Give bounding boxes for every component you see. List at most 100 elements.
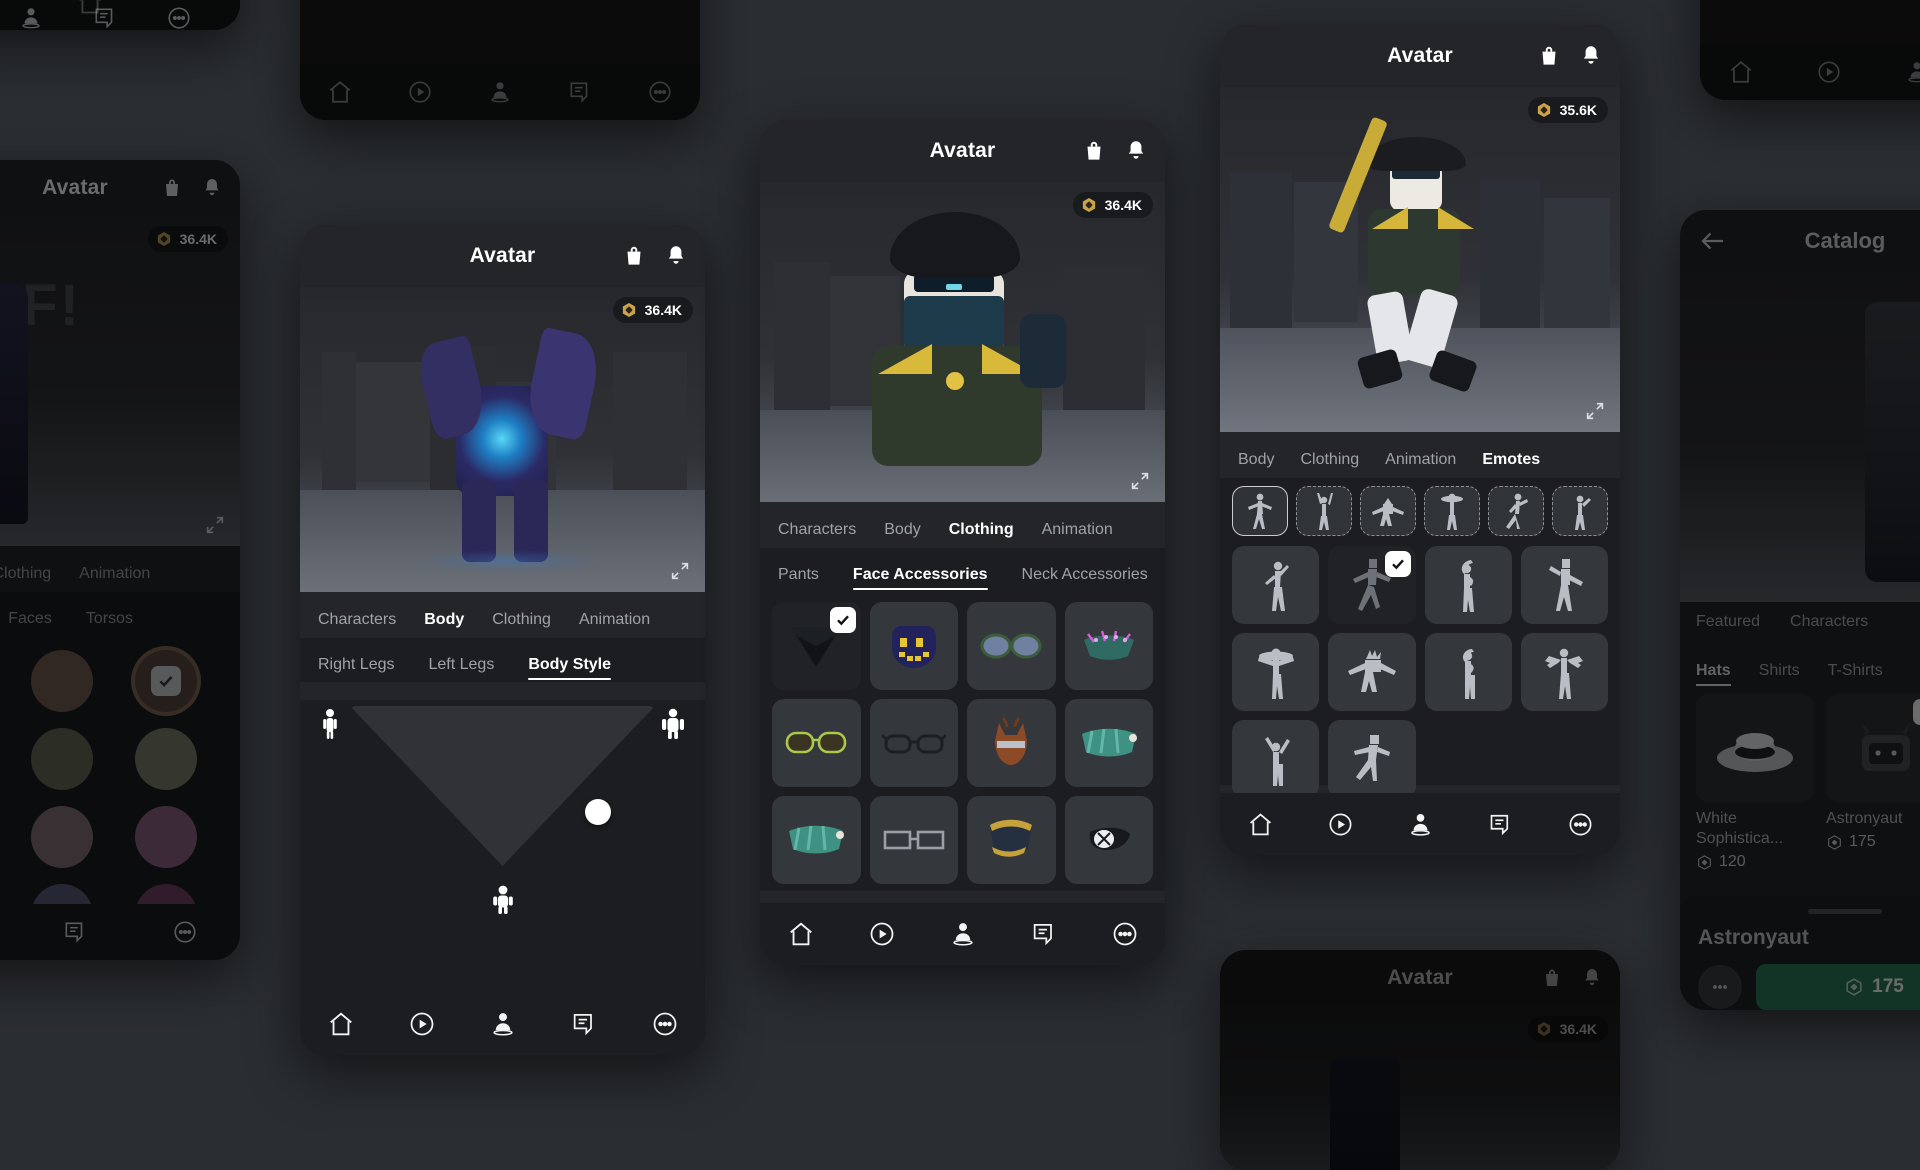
subtab-torsos[interactable]: Torsos [86,610,133,636]
cattab-shirts[interactable]: Shirts [1759,662,1800,680]
nav-more[interactable] [1111,920,1139,948]
nav-home[interactable] [787,920,815,948]
robux-balance[interactable]: 35.6K [1527,97,1608,123]
notification-bell-icon[interactable] [200,176,224,200]
nav-play[interactable] [408,1010,436,1038]
shopping-bag-icon[interactable] [621,243,647,269]
nav-avatar[interactable] [487,79,513,105]
tab-characters[interactable]: Characters [778,521,856,548]
tab-clothing[interactable]: Clothing [949,521,1014,548]
catalog-secondary-tabs[interactable]: Hats Shirts T-Shirts [1680,642,1920,686]
emote-tile-salute-pose[interactable] [1424,633,1512,711]
shopping-bag-icon[interactable] [1536,43,1562,69]
nav-home[interactable] [327,79,353,105]
avatar-viewport[interactable]: 35.6K [1220,87,1620,432]
skin-swatch-5[interactable] [135,728,198,790]
top-left-nav-strip[interactable] [0,0,238,40]
skin-color-panel[interactable] [0,636,240,946]
accessory-tile-lime-frame-sunglasses[interactable] [772,699,861,787]
accessory-tile-brown-fox-mask[interactable] [967,699,1056,787]
more-dots-icon[interactable] [1698,965,1742,1009]
primary-tabs[interactable]: Characters Body Clothing Animation [300,592,705,638]
notification-bell-icon[interactable] [1580,966,1604,990]
nav-avatar[interactable] [489,1010,517,1038]
nav-more[interactable] [651,1010,679,1038]
nav-play[interactable] [1327,811,1354,838]
emote-tile-shrug-pose[interactable] [1520,633,1608,711]
emote-tile-hand-up-pose[interactable] [1232,546,1320,624]
accessory-tile-black-nerd-glasses[interactable] [869,699,958,787]
nav-avatar[interactable] [1407,811,1434,838]
catalog-item[interactable]: Astronyaut 175 [1826,694,1920,871]
tab-emotes[interactable]: Emotes [1482,451,1540,478]
tab-animation[interactable]: Animation [1042,521,1113,548]
primary-tabs[interactable]: Body Clothing Animation [0,546,240,592]
skin-swatch-4[interactable] [30,728,93,790]
emote-slot-4[interactable] [1424,486,1480,536]
white-wide-brim-hat-thumb[interactable] [1696,694,1814,802]
nav-chat[interactable] [567,79,593,105]
emote-tile-dance-step-pose[interactable] [1328,546,1416,624]
emotes-panel[interactable] [1220,478,1620,798]
tab-clothing[interactable]: Clothing [0,565,51,592]
expand-arrows-icon[interactable] [669,560,691,582]
bottom-nav[interactable] [1700,44,1920,100]
buy-button[interactable]: 175 [1756,964,1920,1010]
card-body-style[interactable]: Avatar 36.4K Characters Body Clothing An… [300,225,705,1055]
shopping-bag-icon[interactable] [1540,966,1564,990]
expand-arrows-icon[interactable] [204,514,226,536]
background-card-top-center[interactable] [300,0,700,120]
avatar-viewport[interactable]: 36.4K [760,182,1165,502]
accessory-tile-navy-gold-scarf[interactable] [967,796,1056,884]
emote-tile-empty[interactable] [1521,720,1608,798]
emote-slot-6[interactable] [1552,486,1608,536]
nav-chat[interactable] [1030,920,1058,948]
emote-slot-3[interactable] [1360,486,1416,536]
notification-bell-icon[interactable] [1123,138,1149,164]
emote-slot-5[interactable] [1488,486,1544,536]
secondary-tabs[interactable]: Pants Face Accessories Neck Accessories [760,548,1165,592]
accessory-grid[interactable] [760,592,1165,894]
accessory-tile-green-round-sunglasses[interactable] [967,602,1056,690]
card-face-accessories[interactable]: Avatar 36.4K Characters Body Clothing An… [760,120,1165,965]
tab-animation[interactable]: Animation [579,611,650,638]
astronyaut-helmet-thumb[interactable] [1826,694,1920,802]
card-emotes[interactable]: Avatar 35.6K Body Clothing Animation Emo… [1220,25,1620,855]
accessory-tile-blue-pixel-smiley-mask[interactable] [869,602,958,690]
cattab-tshirts[interactable]: T-Shirts [1828,662,1883,680]
skin-swatch-1[interactable] [30,650,93,712]
catalog-item[interactable]: White Sophistica... 120 [1696,694,1814,871]
skin-swatch-8[interactable] [135,806,198,868]
notification-bell-icon[interactable] [1578,43,1604,69]
nav-home[interactable] [1728,59,1754,85]
tab-body[interactable]: Body [884,521,920,548]
primary-tabs[interactable]: Characters Body Clothing Animation [760,502,1165,548]
bottom-nav[interactable] [300,64,700,120]
tab-clothing[interactable]: Clothing [1300,451,1359,478]
sheet-grabber[interactable] [1808,909,1882,914]
shopping-bag-icon[interactable] [160,176,184,200]
subtab-body-style[interactable]: Body Style [528,656,611,682]
nav-chat[interactable] [1487,811,1514,838]
avatar-viewport[interactable]: OOF! 36.4K [0,216,240,546]
accessory-tile-teal-pink-spiked-visor[interactable] [1064,602,1153,690]
emote-tile-hat-wide-pose[interactable] [1232,633,1320,711]
nav-more[interactable] [1567,811,1594,838]
emote-slot-2[interactable] [1296,486,1352,536]
body-style-slider[interactable] [316,700,689,914]
robux-balance[interactable]: 36.4K [1072,192,1153,218]
tab-animation[interactable]: Animation [79,565,150,592]
nav-play[interactable] [1816,59,1842,85]
subtab-pants[interactable]: Pants [778,566,819,592]
catalog-preview-viewport[interactable] [1680,272,1920,602]
expand-arrows-icon[interactable] [1129,470,1151,492]
item-detail-sheet[interactable]: Astronyaut 175 [1680,895,1920,1010]
emote-tile-wave-out-pose[interactable] [1520,546,1608,624]
nav-avatar[interactable] [1904,59,1920,85]
tab-characters[interactable]: Characters [318,611,396,638]
robux-balance[interactable]: 36.4K [147,226,228,252]
subtab-right-legs[interactable]: Right Legs [318,656,395,682]
notification-bell-icon[interactable] [663,243,689,269]
cattab-featured[interactable]: Featured [1696,613,1760,631]
emote-slot-row[interactable] [1220,478,1620,540]
